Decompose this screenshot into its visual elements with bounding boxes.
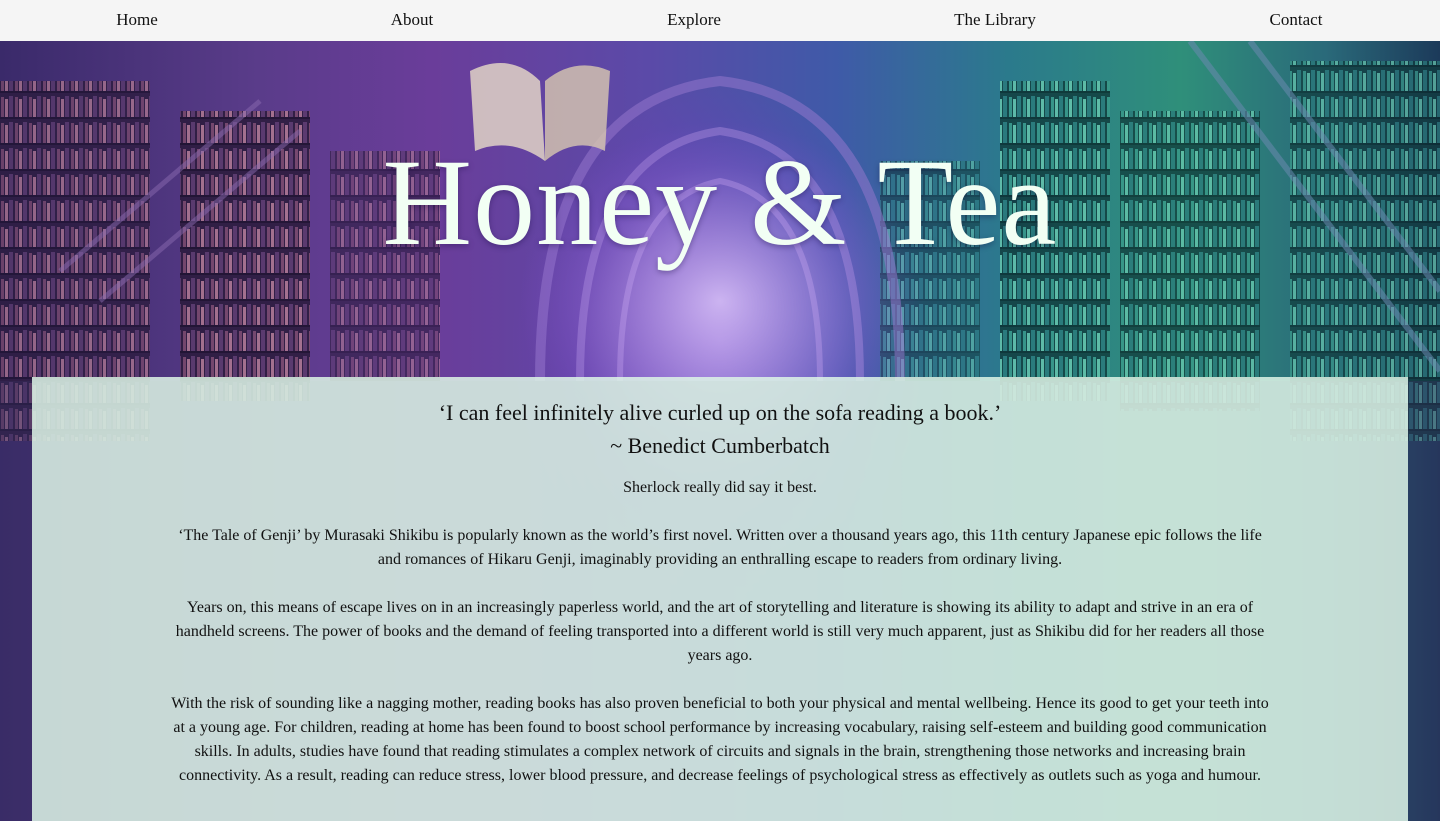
nav-about-link[interactable]: About: [391, 10, 434, 30]
nav-library-link[interactable]: The Library: [954, 10, 1036, 30]
escape-paragraph: Years on, this means of escape lives on …: [175, 599, 1265, 664]
quote-author: ~ Benedict Cumberbatch: [610, 433, 830, 458]
nav-contact-link[interactable]: Contact: [1270, 10, 1323, 30]
nav-explore-link[interactable]: Explore: [667, 10, 721, 30]
content-panel: ‘I can feel infinitely alive curled up o…: [32, 377, 1408, 821]
site-title: Honey & Tea: [382, 134, 1058, 271]
featured-quote: ‘I can feel infinitely alive curled up o…: [32, 396, 1408, 462]
genji-paragraph: ‘The Tale of Genji’ by Murasaki Shikibu …: [178, 527, 1262, 568]
top-navigation: Home About Explore The Library Contact: [0, 0, 1440, 41]
quote-text: ‘I can feel infinitely alive curled up o…: [438, 400, 1002, 425]
intro-paragraph: Sherlock really did say it best.: [623, 479, 817, 496]
nav-home-link[interactable]: Home: [116, 10, 158, 30]
wellbeing-paragraph: With the risk of sounding like a nagging…: [171, 695, 1269, 784]
